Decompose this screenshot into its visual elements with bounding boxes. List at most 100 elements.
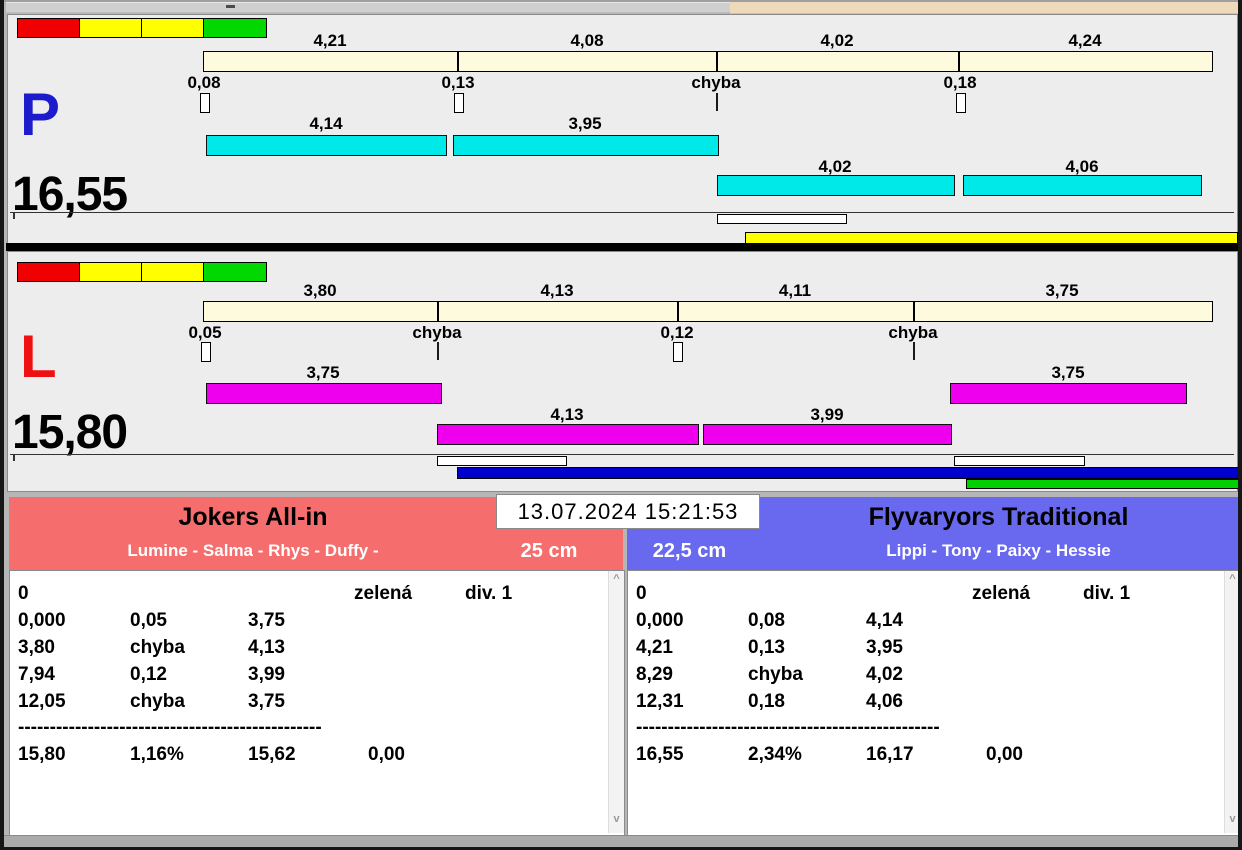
titlebar-cell-7 xyxy=(620,2,731,12)
tick-marker-line xyxy=(716,93,718,111)
tick-label: 0,13 xyxy=(441,73,475,92)
window-title-strip xyxy=(6,2,731,13)
legend-cell-0 xyxy=(17,262,81,282)
baseline-line xyxy=(10,454,1234,455)
tick-label: 0,12 xyxy=(660,323,694,342)
result-cell-attempt: 0 xyxy=(18,583,29,604)
titlebar-cell-0 xyxy=(6,2,99,12)
progress-strip-bar-0 xyxy=(717,214,847,224)
run-bar xyxy=(717,175,955,196)
result-cell: 0,05 xyxy=(130,610,167,631)
total-cell: 0,00 xyxy=(368,744,405,765)
window-left-border xyxy=(0,0,4,850)
run-bar-label: 4,14 xyxy=(309,114,343,133)
run-bar-label: 4,02 xyxy=(818,157,852,176)
scale-segment-label: 4,08 xyxy=(570,31,604,50)
tick-marker-line xyxy=(913,342,915,360)
run-bar xyxy=(950,383,1187,404)
team-results-table-1[interactable]: 0 zelená div. 1 0,000 0,08 4,14 4,21 0,13 3,95 8,… xyxy=(627,570,1241,836)
run-bar-label: 4,13 xyxy=(550,405,584,424)
scale-bar xyxy=(203,301,1213,322)
total-cell: 15,62 xyxy=(248,744,296,765)
result-cell-status: zelená xyxy=(354,583,413,604)
window-top-border xyxy=(0,0,1242,2)
result-cell: 4,13 xyxy=(248,637,285,658)
result-cell: 0,08 xyxy=(748,610,785,631)
tick-marker-box xyxy=(454,93,464,113)
run-bar-label: 3,75 xyxy=(1051,363,1085,382)
result-cell: 4,14 xyxy=(866,610,903,631)
team-name: Flyvaryors Traditional xyxy=(868,503,1129,531)
legend-cell-3 xyxy=(203,262,267,282)
tick-marker-box xyxy=(956,93,966,113)
result-cell: 3,80 xyxy=(18,637,55,658)
progress-strip-bar-1 xyxy=(954,456,1085,466)
result-cell: 3,99 xyxy=(248,664,285,685)
scroll-up-button[interactable]: ^ xyxy=(609,573,624,589)
lane-total: 15,80 xyxy=(12,406,128,459)
baseline-line xyxy=(10,212,1234,213)
titlebar-cell-4 xyxy=(298,2,354,12)
total-cell: 0,00 xyxy=(986,744,1023,765)
result-cell: 0,13 xyxy=(748,637,785,658)
app-window: P 16,55 4,21 4,08 4,02 4,24 0,08 0,13 chyba 0,18 4… xyxy=(0,0,1242,850)
lane-height-label: 25 cm xyxy=(520,540,578,562)
datetime-display: 13.07.2024 15:21:53 xyxy=(496,494,760,529)
run-bar xyxy=(437,424,699,445)
scale-bar-divider xyxy=(457,51,459,72)
result-cell-status: zelená xyxy=(972,583,1031,604)
window-right-border xyxy=(1238,0,1242,850)
run-bar-label: 3,95 xyxy=(568,114,602,133)
result-cell-division: div. 1 xyxy=(1083,583,1131,604)
titlebar-cell-6 xyxy=(500,2,621,12)
total-cell: 1,16% xyxy=(130,744,184,765)
lane-letter: P xyxy=(20,81,61,148)
tick-label: 0,18 xyxy=(943,73,977,92)
result-cell: 4,21 xyxy=(636,637,673,658)
scale-bar-divider xyxy=(677,301,679,322)
tick-label: chyba xyxy=(412,323,462,342)
scroll-down-button[interactable]: v xyxy=(609,813,624,829)
scale-bar xyxy=(203,51,1213,72)
lane-panel-P: P 16,55 4,21 4,08 4,02 4,24 0,08 0,13 chyba 0,18 4… xyxy=(7,14,1238,245)
scale-segment-label: 4,13 xyxy=(540,281,574,300)
legend-cell-0 xyxy=(17,18,81,38)
scale-bar-divider xyxy=(913,301,915,322)
run-bar-label: 3,75 xyxy=(306,363,340,382)
result-cell: 0,000 xyxy=(18,610,66,631)
result-cell: 3,75 xyxy=(248,610,285,631)
result-cell: 3,75 xyxy=(248,691,285,712)
run-bar-label: 3,99 xyxy=(810,405,844,424)
titlebar-cell-3 xyxy=(242,2,299,12)
scale-bar-divider xyxy=(958,51,960,72)
top-right-strip xyxy=(730,2,1238,14)
run-bar xyxy=(703,424,952,445)
tick-marker-box xyxy=(673,342,683,362)
legend-cell-3 xyxy=(203,18,267,38)
scale-segment-label: 4,21 xyxy=(313,31,347,50)
legend-cell-1 xyxy=(79,18,143,38)
scale-segment-label: 4,02 xyxy=(820,31,854,50)
result-cell: 12,31 xyxy=(636,691,684,712)
lane-letter: L xyxy=(20,323,57,390)
legend-cell-1 xyxy=(79,262,143,282)
titlebar-cell-1 xyxy=(98,2,171,12)
team-results-table-0[interactable]: 0 zelená div. 1 0,000 0,05 3,75 3,80 chyba 4,13 7… xyxy=(9,570,625,836)
result-cell-division: div. 1 xyxy=(465,583,513,604)
result-cell: 3,95 xyxy=(866,637,903,658)
minimize-icon[interactable] xyxy=(226,5,235,8)
team-members: Lumine - Salma - Rhys - Duffy - xyxy=(127,541,379,560)
legend-cell-2 xyxy=(141,18,205,38)
table-scrollbar[interactable]: ^ v xyxy=(608,571,624,833)
team-members: Lippi - Tony - Paixy - Hessie xyxy=(886,541,1111,560)
titlebar-cell-5 xyxy=(353,2,501,12)
total-cell: 2,34% xyxy=(748,744,802,765)
tick-label: chyba xyxy=(888,323,938,342)
lane-panel-L: L 15,80 3,80 4,13 4,11 3,75 0,05 chyba 0,12 chyba… xyxy=(7,251,1239,492)
result-cell: chyba xyxy=(130,691,185,712)
scale-segment-label: 3,80 xyxy=(303,281,337,300)
tick-marker-box xyxy=(200,93,210,113)
result-cell: chyba xyxy=(130,637,185,658)
result-cell: 4,06 xyxy=(866,691,903,712)
result-cell-attempt: 0 xyxy=(636,583,647,604)
